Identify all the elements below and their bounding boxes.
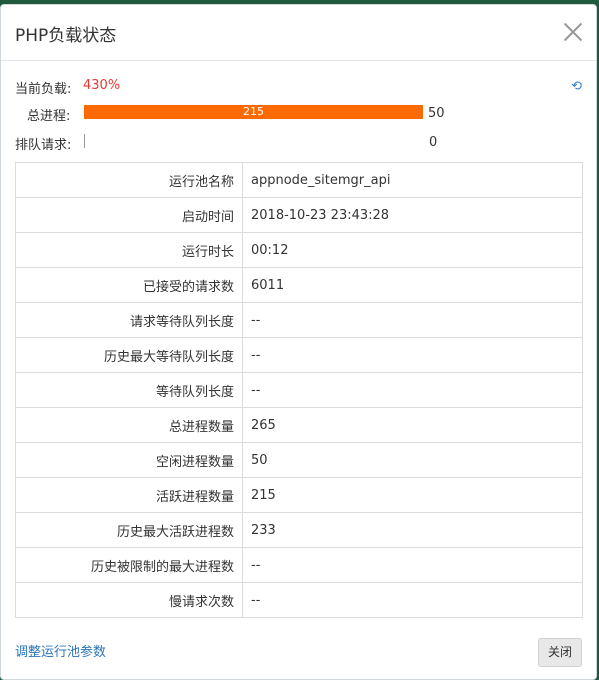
table-row: 慢请求次数 -- [15,582,583,618]
php-load-status-dialog: PHP负载状态 当前负载: 430% ⟲ 总进程: 215 50 排队请求: 0… [0,4,597,680]
table-row: 启动时间 2018-10-23 23:43:28 [15,197,583,233]
table-row: 总进程数量 265 [15,407,583,443]
total-process-label: 总进程: [27,109,71,124]
row-value: -- [242,547,583,583]
table-row: 已接受的请求数 6011 [15,267,583,303]
pool-info-table: 运行池名称 appnode_sitemgr_api 启动时间 2018-10-23 2… [15,162,583,618]
row-value: 215 [242,477,583,513]
row-value: 00:12 [242,232,583,268]
row-key: 运行时长 [15,232,243,268]
table-row: 历史最大等待队列长度 -- [15,337,583,373]
row-value: -- [242,302,583,338]
process-bar: 215 [84,105,423,119]
row-value: -- [242,337,583,373]
table-row: 请求等待队列长度 -- [15,302,583,338]
dialog-title: PHP负载状态 [15,26,117,46]
row-value: -- [242,372,583,408]
row-value: 50 [242,442,583,478]
row-value: 2018-10-23 23:43:28 [242,197,583,233]
table-row: 等待队列长度 -- [15,372,583,408]
row-key: 等待队列长度 [15,372,243,408]
row-value: 265 [242,407,583,443]
row-key: 慢请求次数 [15,582,243,618]
table-row: 运行池名称 appnode_sitemgr_api [15,162,583,198]
table-row: 空闲进程数量 50 [15,442,583,478]
row-key: 已接受的请求数 [15,267,243,303]
row-value: appnode_sitemgr_api [242,162,583,198]
row-key: 总进程数量 [15,407,243,443]
row-key: 历史最大等待队列长度 [15,337,243,373]
table-row: 运行时长 00:12 [15,232,583,268]
queue-value: 0 [429,135,438,150]
refresh-icon[interactable]: ⟲ [571,79,582,94]
row-key: 历史最大活跃进程数 [15,512,243,548]
queue-label: 排队请求: [15,138,72,153]
close-icon[interactable] [562,21,584,43]
load-value: 430% [83,78,121,93]
table-row: 活跃进程数量 215 [15,477,583,513]
row-key: 空闲进程数量 [15,442,243,478]
load-label: 当前负载: [15,82,72,97]
active-process-fill: 215 [84,105,423,119]
idle-process-count: 50 [428,106,445,121]
row-value: -- [242,582,583,618]
row-key: 活跃进程数量 [15,477,243,513]
row-key: 历史被限制的最大进程数 [15,547,243,583]
queue-bar [84,134,85,148]
table-row: 历史最大活跃进程数 233 [15,512,583,548]
table-row: 历史被限制的最大进程数 -- [15,547,583,583]
dialog-header: PHP负载状态 [1,5,596,61]
row-value: 233 [242,512,583,548]
adjust-pool-params-link[interactable]: 调整运行池参数 [15,641,106,660]
row-key: 请求等待队列长度 [15,302,243,338]
close-button[interactable]: 关闭 [538,638,582,667]
row-key: 启动时间 [15,197,243,233]
row-value: 6011 [242,267,583,303]
row-key: 运行池名称 [15,162,243,198]
